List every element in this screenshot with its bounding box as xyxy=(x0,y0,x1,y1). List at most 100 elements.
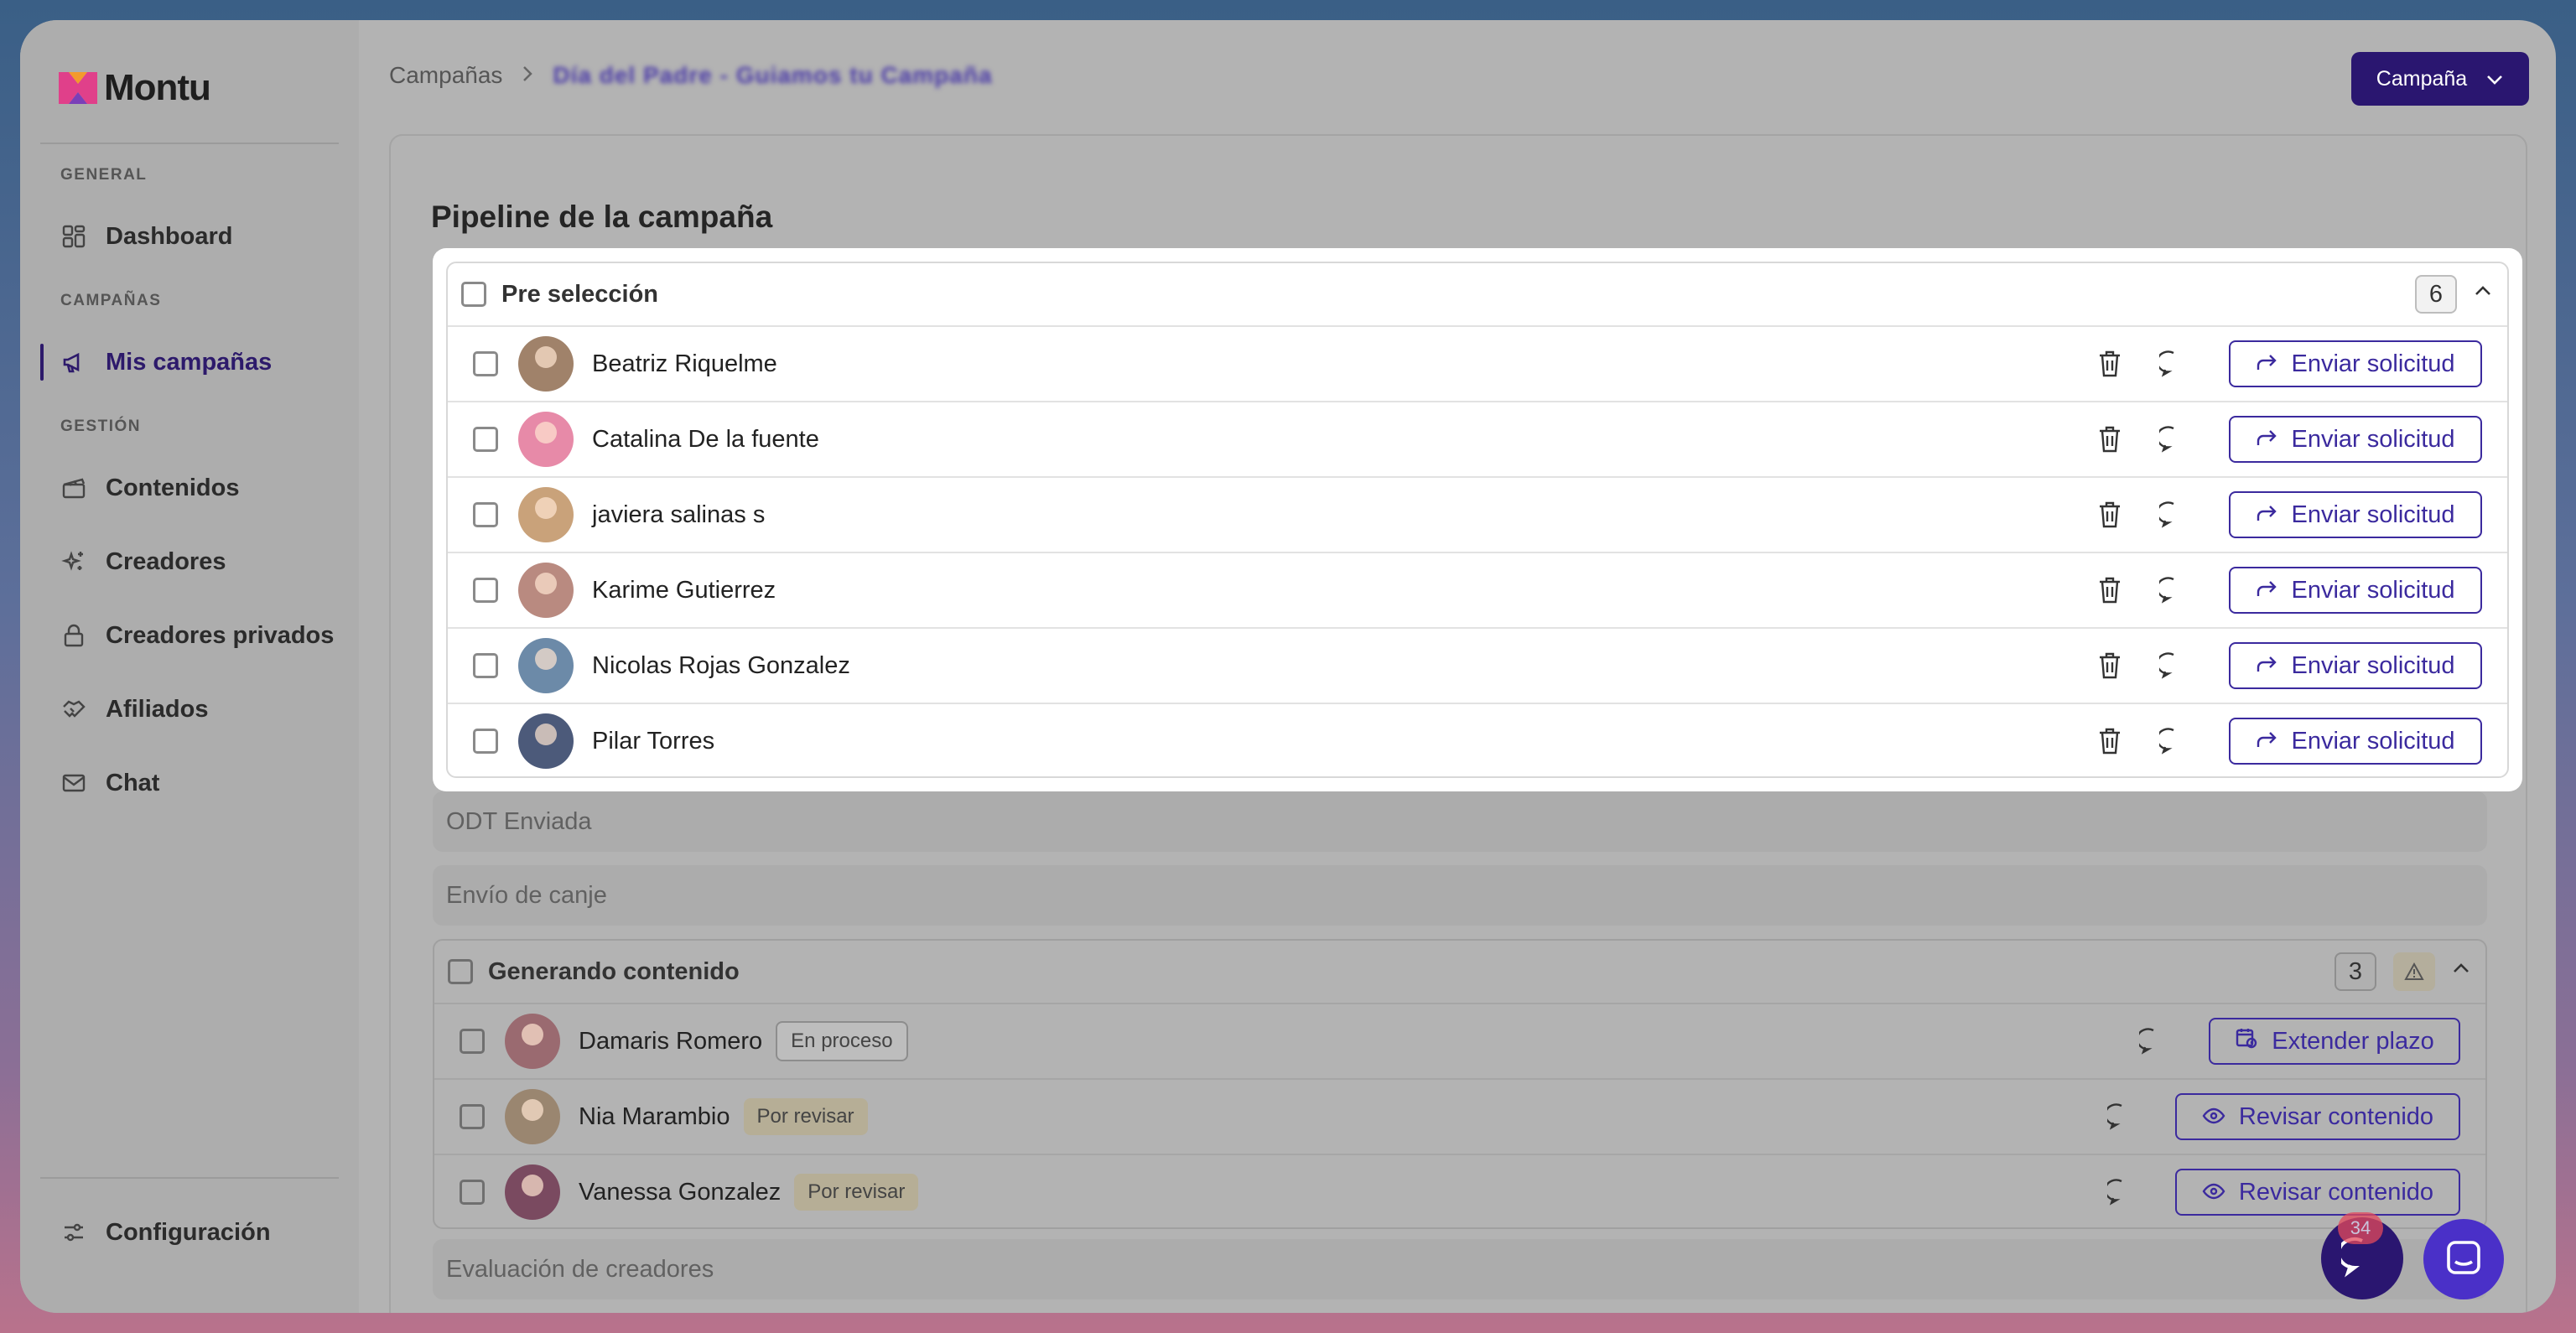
select-all-checkbox[interactable] xyxy=(461,282,486,307)
comment-icon[interactable] xyxy=(2157,573,2190,607)
breadcrumb: Campañas Día del Padre - Guiamos tu Camp… xyxy=(389,62,993,89)
creator-name[interactable]: Karime Gutierrez xyxy=(592,577,776,604)
comment-icon[interactable] xyxy=(2157,347,2190,381)
notification-count-badge: 34 xyxy=(2338,1212,2383,1244)
trash-icon[interactable] xyxy=(2093,573,2127,607)
help-messenger-button[interactable] xyxy=(2423,1219,2504,1299)
sidebar-item-creadores[interactable]: Creadores xyxy=(40,537,342,587)
table-row: javiera salinas s Enviar solicitud xyxy=(448,476,2507,552)
creator-name[interactable]: Beatriz Riquelme xyxy=(592,350,777,378)
review-content-button[interactable]: Revisar contenido xyxy=(2175,1093,2460,1140)
group-header[interactable]: Pre selección 6 xyxy=(448,263,2507,325)
creator-name[interactable]: Nicolas Rojas Gonzalez xyxy=(592,652,850,680)
sidebar: Montu GENERAL Dashboard CAMPAÑAS Mis cam… xyxy=(20,20,359,1313)
warning-icon[interactable] xyxy=(2393,952,2435,991)
group-header[interactable]: Generando contenido 3 xyxy=(434,941,2485,1003)
sidebar-item-label: Dashboard xyxy=(106,222,233,250)
sidebar-item-dashboard[interactable]: Dashboard xyxy=(40,211,342,262)
campaign-menu-button[interactable]: Campaña xyxy=(2351,52,2529,106)
sidebar-item-configuracion[interactable]: Configuración xyxy=(40,1207,342,1258)
comment-icon[interactable] xyxy=(2157,423,2190,456)
creator-name[interactable]: javiera salinas s xyxy=(592,501,765,529)
share-forward-icon xyxy=(2256,501,2277,529)
sidebar-item-label: Contenidos xyxy=(106,474,240,501)
group-generando-contenido: Generando contenido 3 Damaris Romero En … xyxy=(433,939,2487,1229)
sidebar-item-label: Creadores xyxy=(106,547,226,575)
chevron-up-icon[interactable] xyxy=(2452,962,2470,978)
row-checkbox[interactable] xyxy=(473,351,498,376)
row-checkbox[interactable] xyxy=(473,653,498,678)
stage-label: Envío de canje xyxy=(446,881,607,909)
creator-name[interactable]: Pilar Torres xyxy=(592,728,714,755)
select-all-checkbox[interactable] xyxy=(448,959,473,984)
row-checkbox[interactable] xyxy=(473,729,498,754)
mail-icon xyxy=(60,770,87,796)
table-row: Karime Gutierrez Enviar solicitud xyxy=(448,552,2507,627)
comment-icon[interactable] xyxy=(2157,649,2190,682)
button-label: Enviar solicitud xyxy=(2291,727,2455,755)
row-checkbox[interactable] xyxy=(460,1180,485,1205)
sidebar-item-label: Configuración xyxy=(106,1218,271,1246)
row-checkbox[interactable] xyxy=(473,502,498,527)
trash-icon[interactable] xyxy=(2093,423,2127,456)
avatar xyxy=(518,487,574,542)
send-request-button[interactable]: Enviar solicitud xyxy=(2229,642,2482,689)
stage-envio-canje[interactable]: Envío de canje xyxy=(433,865,2487,926)
comment-icon[interactable] xyxy=(2105,1100,2138,1133)
sidebar-item-contenidos[interactable]: Contenidos xyxy=(40,463,342,513)
send-request-button[interactable]: Enviar solicitud xyxy=(2229,567,2482,614)
share-forward-icon xyxy=(2256,426,2277,454)
messenger-icon xyxy=(2444,1238,2483,1281)
button-label: Enviar solicitud xyxy=(2291,501,2455,528)
section-label-general: GENERAL xyxy=(60,166,148,184)
sidebar-item-chat[interactable]: Chat xyxy=(40,758,342,808)
row-checkbox[interactable] xyxy=(473,578,498,603)
comment-icon[interactable] xyxy=(2157,724,2190,758)
trash-icon[interactable] xyxy=(2093,649,2127,682)
sidebar-item-label: Creadores privados xyxy=(106,621,335,649)
group-count: 3 xyxy=(2334,952,2376,991)
breadcrumb-campanas[interactable]: Campañas xyxy=(389,62,502,89)
creator-name[interactable]: Damaris Romero xyxy=(579,1028,762,1056)
sidebar-item-creadores-privados[interactable]: Creadores privados xyxy=(40,610,342,661)
breadcrumb-current: Día del Padre - Guiamos tu Campaña xyxy=(553,62,993,88)
creator-name[interactable]: Vanessa Gonzalez xyxy=(579,1179,781,1206)
avatar xyxy=(505,1014,560,1069)
stage-odt-enviada[interactable]: ODT Enviada xyxy=(433,791,2487,852)
trash-icon[interactable] xyxy=(2093,498,2127,532)
handshake-icon xyxy=(60,696,87,723)
trash-icon[interactable] xyxy=(2093,724,2127,758)
row-checkbox[interactable] xyxy=(473,427,498,452)
grid-icon xyxy=(60,223,87,250)
sidebar-divider xyxy=(40,143,339,144)
creator-name[interactable]: Nia Marambio xyxy=(579,1103,730,1131)
comment-icon[interactable] xyxy=(2105,1175,2138,1209)
megaphone-icon xyxy=(60,349,87,376)
avatar xyxy=(518,713,574,769)
comment-icon[interactable] xyxy=(2157,498,2190,532)
comment-icon[interactable] xyxy=(2137,1024,2170,1058)
sidebar-item-mis-campanas[interactable]: Mis campañas xyxy=(40,337,342,387)
stage-evaluacion-creadores[interactable]: Evaluación de creadores xyxy=(433,1239,2487,1299)
chevron-up-icon[interactable] xyxy=(2474,285,2492,301)
table-row: Catalina De la fuente Enviar solicitud xyxy=(448,401,2507,476)
montu-logo-icon xyxy=(59,72,97,104)
brand-logo[interactable]: Montu xyxy=(59,67,211,109)
send-request-button[interactable]: Enviar solicitud xyxy=(2229,491,2482,538)
review-content-button[interactable]: Revisar contenido xyxy=(2175,1169,2460,1216)
row-checkbox[interactable] xyxy=(460,1029,485,1054)
creator-name[interactable]: Catalina De la fuente xyxy=(592,426,819,454)
eye-icon xyxy=(2202,1103,2225,1131)
button-label: Enviar solicitud xyxy=(2291,576,2455,604)
brand-name: Montu xyxy=(104,67,211,108)
send-request-button[interactable]: Enviar solicitud xyxy=(2229,416,2482,463)
trash-icon[interactable] xyxy=(2093,347,2127,381)
calendar-clock-icon xyxy=(2235,1026,2258,1056)
row-checkbox[interactable] xyxy=(460,1104,485,1129)
send-request-button[interactable]: Enviar solicitud xyxy=(2229,340,2482,387)
sidebar-item-afiliados[interactable]: Afiliados xyxy=(40,684,342,734)
extend-deadline-button[interactable]: Extender plazo xyxy=(2209,1018,2460,1065)
stage-label: Evaluación de creadores xyxy=(446,1255,714,1283)
group-title: Generando contenido xyxy=(488,957,740,985)
send-request-button[interactable]: Enviar solicitud xyxy=(2229,718,2482,765)
